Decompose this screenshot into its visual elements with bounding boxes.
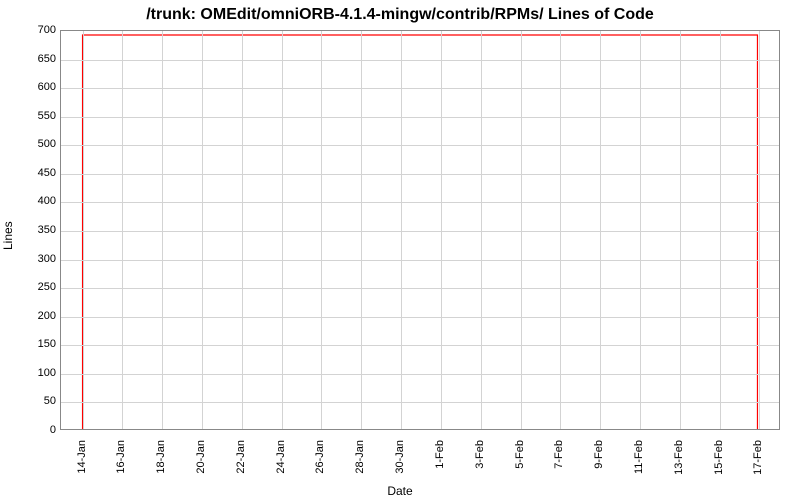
x-axis-label: Date bbox=[0, 484, 800, 498]
grid-h bbox=[61, 117, 779, 118]
grid-h bbox=[61, 402, 779, 403]
grid-h bbox=[61, 60, 779, 61]
y-tick-label: 650 bbox=[16, 53, 56, 65]
y-tick-label: 300 bbox=[16, 253, 56, 265]
grid-h bbox=[61, 202, 779, 203]
x-tick-label: 3-Feb bbox=[474, 440, 486, 469]
x-tick-label: 5-Feb bbox=[514, 440, 526, 469]
y-tick-label: 700 bbox=[16, 24, 56, 36]
grid-h bbox=[61, 231, 779, 232]
y-tick-label: 500 bbox=[16, 138, 56, 150]
chart-title: /trunk: OMEdit/omniORB-4.1.4-mingw/contr… bbox=[0, 6, 800, 24]
y-tick-label: 600 bbox=[16, 81, 56, 93]
plot-area bbox=[60, 30, 780, 430]
y-tick-label: 400 bbox=[16, 195, 56, 207]
line-series bbox=[61, 31, 779, 429]
x-tick-label: 24-Jan bbox=[275, 440, 287, 474]
grid-h bbox=[61, 260, 779, 261]
chart-container: /trunk: OMEdit/omniORB-4.1.4-mingw/contr… bbox=[0, 0, 800, 500]
grid-v bbox=[600, 31, 601, 429]
x-tick-label: 16-Jan bbox=[115, 440, 127, 474]
x-tick-label: 1-Feb bbox=[434, 440, 446, 469]
x-tick-label: 15-Feb bbox=[713, 440, 725, 475]
x-tick-label: 13-Feb bbox=[673, 440, 685, 475]
x-tick-label: 7-Feb bbox=[553, 440, 565, 469]
x-tick-label: 20-Jan bbox=[195, 440, 207, 474]
x-tick-label: 30-Jan bbox=[394, 440, 406, 474]
grid-h bbox=[61, 88, 779, 89]
grid-v bbox=[560, 31, 561, 429]
x-tick-label: 18-Jan bbox=[155, 440, 167, 474]
grid-h bbox=[61, 145, 779, 146]
x-tick-label: 22-Jan bbox=[235, 440, 247, 474]
grid-v bbox=[162, 31, 163, 429]
grid-h bbox=[61, 374, 779, 375]
grid-v bbox=[401, 31, 402, 429]
grid-v bbox=[441, 31, 442, 429]
grid-v bbox=[202, 31, 203, 429]
y-tick-label: 550 bbox=[16, 110, 56, 122]
y-tick-label: 0 bbox=[16, 424, 56, 436]
grid-v bbox=[680, 31, 681, 429]
x-tick-label: 9-Feb bbox=[593, 440, 605, 469]
grid-v bbox=[481, 31, 482, 429]
grid-v bbox=[321, 31, 322, 429]
y-tick-label: 100 bbox=[16, 367, 56, 379]
grid-h bbox=[61, 317, 779, 318]
grid-v bbox=[242, 31, 243, 429]
grid-v bbox=[640, 31, 641, 429]
grid-h bbox=[61, 345, 779, 346]
x-tick-label: 26-Jan bbox=[314, 440, 326, 474]
y-tick-label: 250 bbox=[16, 281, 56, 293]
x-tick-label: 17-Feb bbox=[752, 440, 764, 475]
grid-v bbox=[83, 31, 84, 429]
grid-v bbox=[720, 31, 721, 429]
grid-v bbox=[521, 31, 522, 429]
grid-h bbox=[61, 288, 779, 289]
y-tick-label: 150 bbox=[16, 338, 56, 350]
y-tick-label: 200 bbox=[16, 310, 56, 322]
x-tick-label: 14-Jan bbox=[76, 440, 88, 474]
grid-h bbox=[61, 174, 779, 175]
x-tick-label: 28-Jan bbox=[354, 440, 366, 474]
y-axis-label: Lines bbox=[1, 221, 15, 250]
y-tick-label: 50 bbox=[16, 395, 56, 407]
x-tick-label: 11-Feb bbox=[633, 440, 645, 474]
grid-v bbox=[122, 31, 123, 429]
y-tick-label: 350 bbox=[16, 224, 56, 236]
y-tick-label: 450 bbox=[16, 167, 56, 179]
grid-v bbox=[361, 31, 362, 429]
grid-v bbox=[282, 31, 283, 429]
grid-v bbox=[759, 31, 760, 429]
